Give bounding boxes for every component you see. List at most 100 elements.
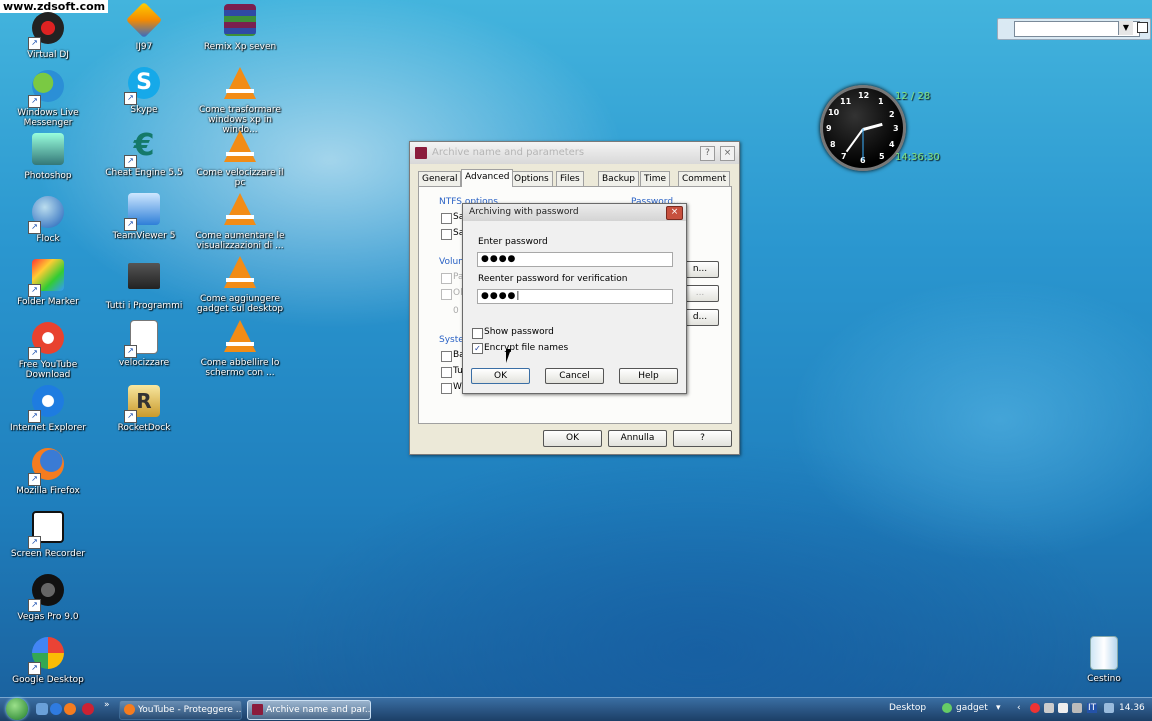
tray-app-icon[interactable]: [1058, 703, 1068, 713]
network-icon[interactable]: [1104, 703, 1114, 713]
desktop-icon-vegas-pro[interactable]: ↗ Vegas Pro 9.0: [2, 574, 94, 622]
ntfs-checkbox-2[interactable]: [441, 229, 452, 240]
desktop-icon-internet-explorer[interactable]: ↗ Internet Explorer: [2, 385, 94, 433]
chevron-down-icon[interactable]: ▾: [996, 703, 1001, 713]
quicklaunch-overflow-icon[interactable]: »: [104, 700, 110, 710]
desktop-icon-label: Cestino: [1087, 674, 1121, 684]
ntfs-checkbox-1[interactable]: [441, 213, 452, 224]
reenter-password-field[interactable]: ●●●●|: [477, 289, 673, 304]
taskbar-button-youtube[interactable]: YouTube - Proteggere ...: [119, 700, 242, 720]
close-icon[interactable]: ×: [666, 206, 683, 220]
desktop-icon-cestino[interactable]: Cestino: [1058, 636, 1150, 684]
tab-backup[interactable]: Backup: [598, 171, 639, 186]
desktop-icon-screen-recorder[interactable]: ↗ Screen Recorder: [2, 511, 94, 559]
show-desktop-icon[interactable]: [36, 703, 48, 715]
enter-password-label: Enter password: [478, 237, 548, 247]
tray-app-icon[interactable]: [1030, 703, 1040, 713]
system-checkbox-1[interactable]: [441, 351, 452, 362]
desktop-icon-come-aumentare[interactable]: Come aumentare le visualizzazioni di ...: [194, 193, 286, 251]
tab-options[interactable]: Options: [510, 171, 553, 186]
encrypt-file-names-checkbox[interactable]: ✓: [472, 343, 483, 354]
window-titlebar[interactable]: Archive name and parameters ? ×: [410, 142, 739, 164]
close-title-button[interactable]: ×: [720, 146, 735, 161]
tab-files[interactable]: Files: [556, 171, 584, 186]
chevron-down-icon[interactable]: ▼: [1118, 21, 1133, 35]
desktop-icon-label: Tutti i Programmi: [105, 301, 183, 311]
system-checkbox-2[interactable]: [441, 367, 452, 378]
vlc-icon: [222, 320, 258, 356]
desktop-icon-come-trasformare[interactable]: Come trasformare windows xp in windo...: [194, 67, 286, 135]
taskbar-clock[interactable]: 14.36: [1119, 703, 1145, 713]
cancel-button[interactable]: Cancel: [545, 368, 604, 384]
desktop-toolbar-label[interactable]: Desktop: [889, 703, 926, 713]
tab-advanced[interactable]: Advanced: [461, 169, 514, 187]
desktop-icon-label: TeamViewer 5: [112, 231, 176, 241]
tab-time[interactable]: Time: [640, 171, 671, 186]
firefox-icon[interactable]: [64, 703, 76, 715]
volume-checkbox-1[interactable]: [441, 273, 452, 284]
tray-app-icon[interactable]: [1072, 703, 1082, 713]
desktop-icon-virtual-dj[interactable]: ↗ Virtual DJ: [2, 12, 94, 60]
taskbar-button-archive[interactable]: Archive name and par...: [247, 700, 371, 720]
desktop-icon-free-youtube-download[interactable]: ↗ Free YouTube Download: [2, 322, 94, 380]
desktop-icon-label: Come aumentare le visualizzazioni di ...: [195, 231, 285, 251]
desktop-icon-label: Free YouTube Download: [18, 360, 78, 380]
desktop-icon-teamviewer[interactable]: ↗ TeamViewer 5: [98, 193, 190, 241]
tab-general[interactable]: General: [418, 171, 462, 186]
folder-marker-icon: ↗: [28, 259, 66, 297]
tray-expand-icon[interactable]: ‹: [1017, 703, 1021, 713]
desktop-icon-skype[interactable]: S ↗ Skype: [98, 67, 190, 115]
start-button[interactable]: [6, 698, 28, 720]
enter-password-field[interactable]: ●●●●: [477, 252, 673, 267]
virtual-dj-icon: ↗: [28, 12, 66, 50]
desktop-icon-cheat-engine[interactable]: € ↗ Cheat Engine 5.5: [98, 130, 190, 179]
desktop-icon-google-desktop[interactable]: ↗ Google Desktop: [2, 637, 94, 685]
annulla-button[interactable]: Annulla: [608, 430, 667, 447]
desktop-icon-tutti-i-programmi[interactable]: Tutti i Programmi: [98, 259, 190, 311]
ok-button[interactable]: OK: [471, 368, 530, 384]
desktop-icon-windows-live-messenger[interactable]: ↗ Windows Live Messenger: [2, 70, 94, 128]
help-title-button[interactable]: ?: [700, 146, 715, 161]
desktop-icon-photoshop[interactable]: Photoshop: [2, 133, 94, 181]
help-button[interactable]: Help: [619, 368, 678, 384]
desktop-icon-flock[interactable]: ↗ Flock: [2, 196, 94, 244]
gadget-search-bar[interactable]: ▼: [997, 18, 1151, 40]
restore-icon[interactable]: [1137, 22, 1148, 33]
messenger-icon: ↗: [28, 70, 66, 108]
language-indicator[interactable]: IT: [1087, 703, 1098, 713]
clock-number: 10: [828, 108, 840, 117]
desktop-icon-label: Screen Recorder: [10, 549, 86, 559]
desktop-icon-come-velocizzare[interactable]: Come velocizzare il pc: [194, 130, 286, 188]
ok-button[interactable]: OK: [543, 430, 602, 447]
desktop-icon-ij97[interactable]: IJ97: [98, 1, 190, 52]
tray-app-icon[interactable]: [1044, 703, 1054, 713]
show-password-checkbox[interactable]: [472, 328, 483, 339]
system-checkbox-3[interactable]: [441, 383, 452, 394]
clock-gadget[interactable]: 12 1 2 3 4 5 6 7 8 9 10 11: [820, 85, 906, 171]
clock-second-hand: [862, 128, 864, 161]
vlc-icon: [222, 193, 258, 229]
dialog-titlebar[interactable]: Archiving with password ×: [463, 204, 686, 221]
desktop-icon-label: Come velocizzare il pc: [196, 168, 284, 188]
volume-checkbox-2[interactable]: [441, 289, 452, 300]
desktop-icon-label: Remix Xp seven: [203, 42, 277, 52]
desktop-icon-velocizzare[interactable]: ↗ velocizzare: [98, 320, 190, 368]
vegas-pro-icon: ↗: [28, 574, 66, 612]
flock-icon: ↗: [28, 196, 66, 234]
firefox-icon: [124, 704, 135, 715]
desktop-icon-come-abbellire[interactable]: Come abbellire lo schermo con ...: [194, 320, 286, 378]
folder-icon: [126, 263, 162, 299]
desktop-icon-rocketdock[interactable]: R ↗ RocketDock: [98, 385, 190, 433]
tab-comment[interactable]: Comment: [678, 171, 731, 186]
clock-number: 1: [878, 97, 884, 106]
internet-explorer-icon[interactable]: [50, 703, 62, 715]
desktop-icon-folder-marker[interactable]: ↗ Folder Marker: [2, 259, 94, 307]
desktop-icon-mozilla-firefox[interactable]: ↗ Mozilla Firefox: [2, 448, 94, 496]
gadget-toolbar-label[interactable]: gadget: [956, 703, 988, 713]
media-player-icon[interactable]: [82, 703, 94, 715]
help-button[interactable]: ?: [673, 430, 732, 447]
desktop-icon-come-aggiungere[interactable]: Come aggiungere gadget sul desktop: [194, 256, 286, 314]
desktop-icon-label: Skype: [130, 105, 158, 115]
desktop-icon-remix-xp-seven[interactable]: Remix Xp seven: [194, 4, 286, 52]
recycle-bin-icon: [1086, 636, 1122, 672]
